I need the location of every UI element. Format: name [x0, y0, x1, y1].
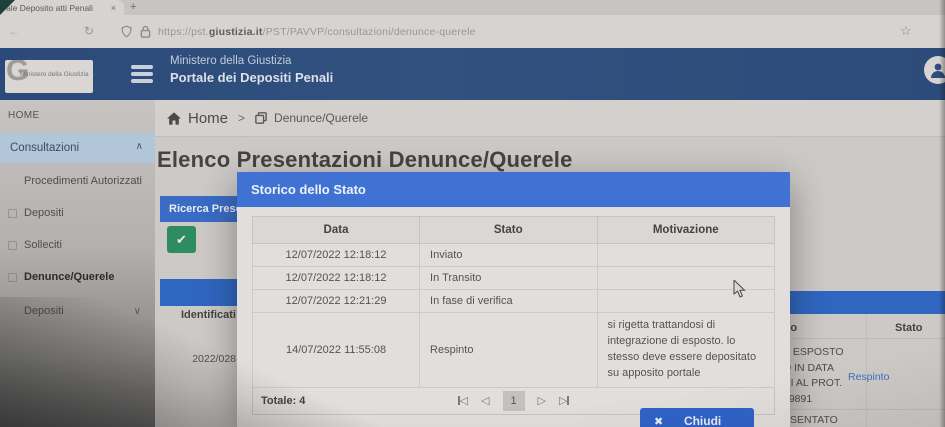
prev-page-icon[interactable]: ◁	[481, 394, 489, 407]
identificativo-column-header: Identificati	[158, 309, 236, 321]
close-modal-button[interactable]: ✖ Chiudi	[640, 408, 754, 427]
denunce-icon	[8, 273, 17, 282]
tab-close-icon[interactable]: ×	[111, 3, 116, 13]
table-row: 12/07/2022 12:18:12 Inviato	[253, 244, 775, 267]
ministry-logo[interactable]: G Ministero della Giustizia	[5, 60, 93, 93]
cell-motivazione	[597, 267, 775, 290]
col-header-data: Data	[253, 217, 420, 244]
breadcrumb-current: Denunce/Querele	[274, 111, 368, 125]
new-tab-icon[interactable]: +	[130, 1, 136, 13]
app-header: G Ministero della Giustizia Ministero de…	[0, 48, 945, 100]
screen: ale Deposito atti Penali × + ← ↻ https:/…	[0, 0, 945, 427]
chevron-up-icon: ∧	[136, 141, 143, 152]
search-confirm-button[interactable]: ✔	[167, 226, 196, 253]
header-subtitle: Ministero della Giustizia	[170, 55, 333, 67]
person-icon	[928, 60, 945, 80]
cell-data: 12/07/2022 12:21:29	[253, 290, 420, 313]
cell-stato: Inviato	[420, 244, 597, 267]
table-row: 14/07/2022 11:55:08 Respinto si rigetta …	[253, 313, 775, 388]
breadcrumb: Home > Denunce/Querele	[155, 100, 945, 137]
col-header-motivazione: Motivazione	[597, 217, 775, 244]
home-icon	[167, 112, 181, 125]
sidebar-group-consultazioni[interactable]: Consultazioni ∧	[0, 133, 155, 163]
first-page-icon[interactable]: ◁	[458, 394, 468, 407]
header-titles: Ministero della Giustizia Portale dei De…	[170, 55, 333, 85]
bookmark-star-icon[interactable]: ☆	[900, 23, 912, 39]
cell-motivazione	[597, 244, 775, 267]
browser-tab-strip: ale Deposito atti Penali × +	[0, 0, 945, 15]
solleciti-icon	[8, 241, 17, 250]
shield-icon	[120, 25, 133, 38]
sidebar-item-home[interactable]: HOME	[0, 100, 155, 133]
modal-body: Data Stato Motivazione 12/07/2022 12:18:…	[237, 207, 790, 415]
sidebar-group-depositi[interactable]: Depositi ∨	[0, 297, 155, 325]
copy-icon	[255, 112, 267, 124]
sidebar-item-denunce-querele[interactable]: Denunce/Querele	[0, 263, 155, 291]
sidebar: HOME Consultazioni ∧ Procedimenti Autori…	[0, 100, 155, 427]
modal-title: Storico dello Stato	[251, 182, 366, 197]
depositi-icon	[8, 209, 17, 218]
next-page-icon[interactable]: ▷	[538, 394, 546, 407]
stato-column-header: Stato	[895, 322, 923, 334]
col-header-stato: Stato	[420, 217, 597, 244]
cell-data: 12/07/2022 12:18:12	[253, 244, 420, 267]
oggetto-cell-2: ESENTATO	[783, 414, 838, 426]
page-title: Elenco Presentazioni Denunce/Querele	[157, 147, 573, 173]
breadcrumb-home[interactable]: Home	[188, 110, 228, 127]
mouse-cursor	[733, 280, 746, 298]
sidebar-item-procedimenti-autorizzati[interactable]: Procedimenti Autorizzati	[0, 167, 155, 195]
storico-stato-modal: Storico dello Stato Data Stato Motivazio…	[237, 172, 790, 427]
sidebar-item-depositi[interactable]: Depositi	[0, 199, 155, 227]
table-row: 12/07/2022 12:18:12 In Transito	[253, 267, 775, 290]
cell-data: 14/07/2022 11:55:08	[253, 313, 420, 388]
cell-stato: In Transito	[420, 267, 597, 290]
browser-toolbar: ← ↻ https://pst.giustizia.it/PST/PAVVP/c…	[0, 15, 945, 48]
back-icon[interactable]: ←	[8, 24, 20, 38]
cell-motivazione	[597, 290, 775, 313]
close-button-label: Chiudi	[663, 414, 742, 427]
lock-icon	[140, 25, 151, 38]
tab-title: ale Deposito atti Penali	[6, 3, 105, 13]
cell-motivazione: si rigetta trattandosi di integrazione d…	[597, 313, 775, 388]
hamburger-menu-icon[interactable]	[131, 65, 153, 86]
header-title: Portale dei Depositi Penali	[170, 70, 333, 85]
reload-icon[interactable]: ↻	[84, 24, 94, 38]
breadcrumb-separator: >	[238, 111, 245, 125]
cell-data: 12/07/2022 12:18:12	[253, 267, 420, 290]
chevron-down-icon: ∨	[134, 306, 141, 317]
url-bar[interactable]: https://pst.giustizia.it/PST/PAVVP/consu…	[120, 20, 920, 43]
identificativo-cell: 2022/028	[158, 353, 236, 365]
user-avatar[interactable]	[924, 56, 945, 84]
url-text: https://pst.giustizia.it/PST/PAVVP/consu…	[158, 26, 476, 38]
current-page-button[interactable]: 1	[503, 391, 525, 411]
logo-text: Ministero della Giustizia	[20, 71, 89, 78]
status-history-table: Data Stato Motivazione 12/07/2022 12:18:…	[252, 216, 775, 388]
table-row: 12/07/2022 12:21:29 In fase di verifica	[253, 290, 775, 313]
check-icon: ✔	[176, 232, 187, 247]
oggetto-cell: E ESPOSTO O IN DATA UI AL PROT. 39891	[783, 345, 844, 407]
cell-stato: In fase di verifica	[420, 290, 597, 313]
browser-tab[interactable]: ale Deposito atti Penali ×	[0, 0, 124, 15]
sidebar-item-solleciti[interactable]: Solleciti	[0, 231, 155, 259]
stato-link[interactable]: Respinto	[848, 371, 889, 383]
last-page-icon[interactable]: ▷	[559, 394, 569, 407]
modal-header: Storico dello Stato	[237, 172, 790, 207]
cell-stato: Respinto	[420, 313, 597, 388]
close-icon: ✖	[654, 415, 663, 427]
